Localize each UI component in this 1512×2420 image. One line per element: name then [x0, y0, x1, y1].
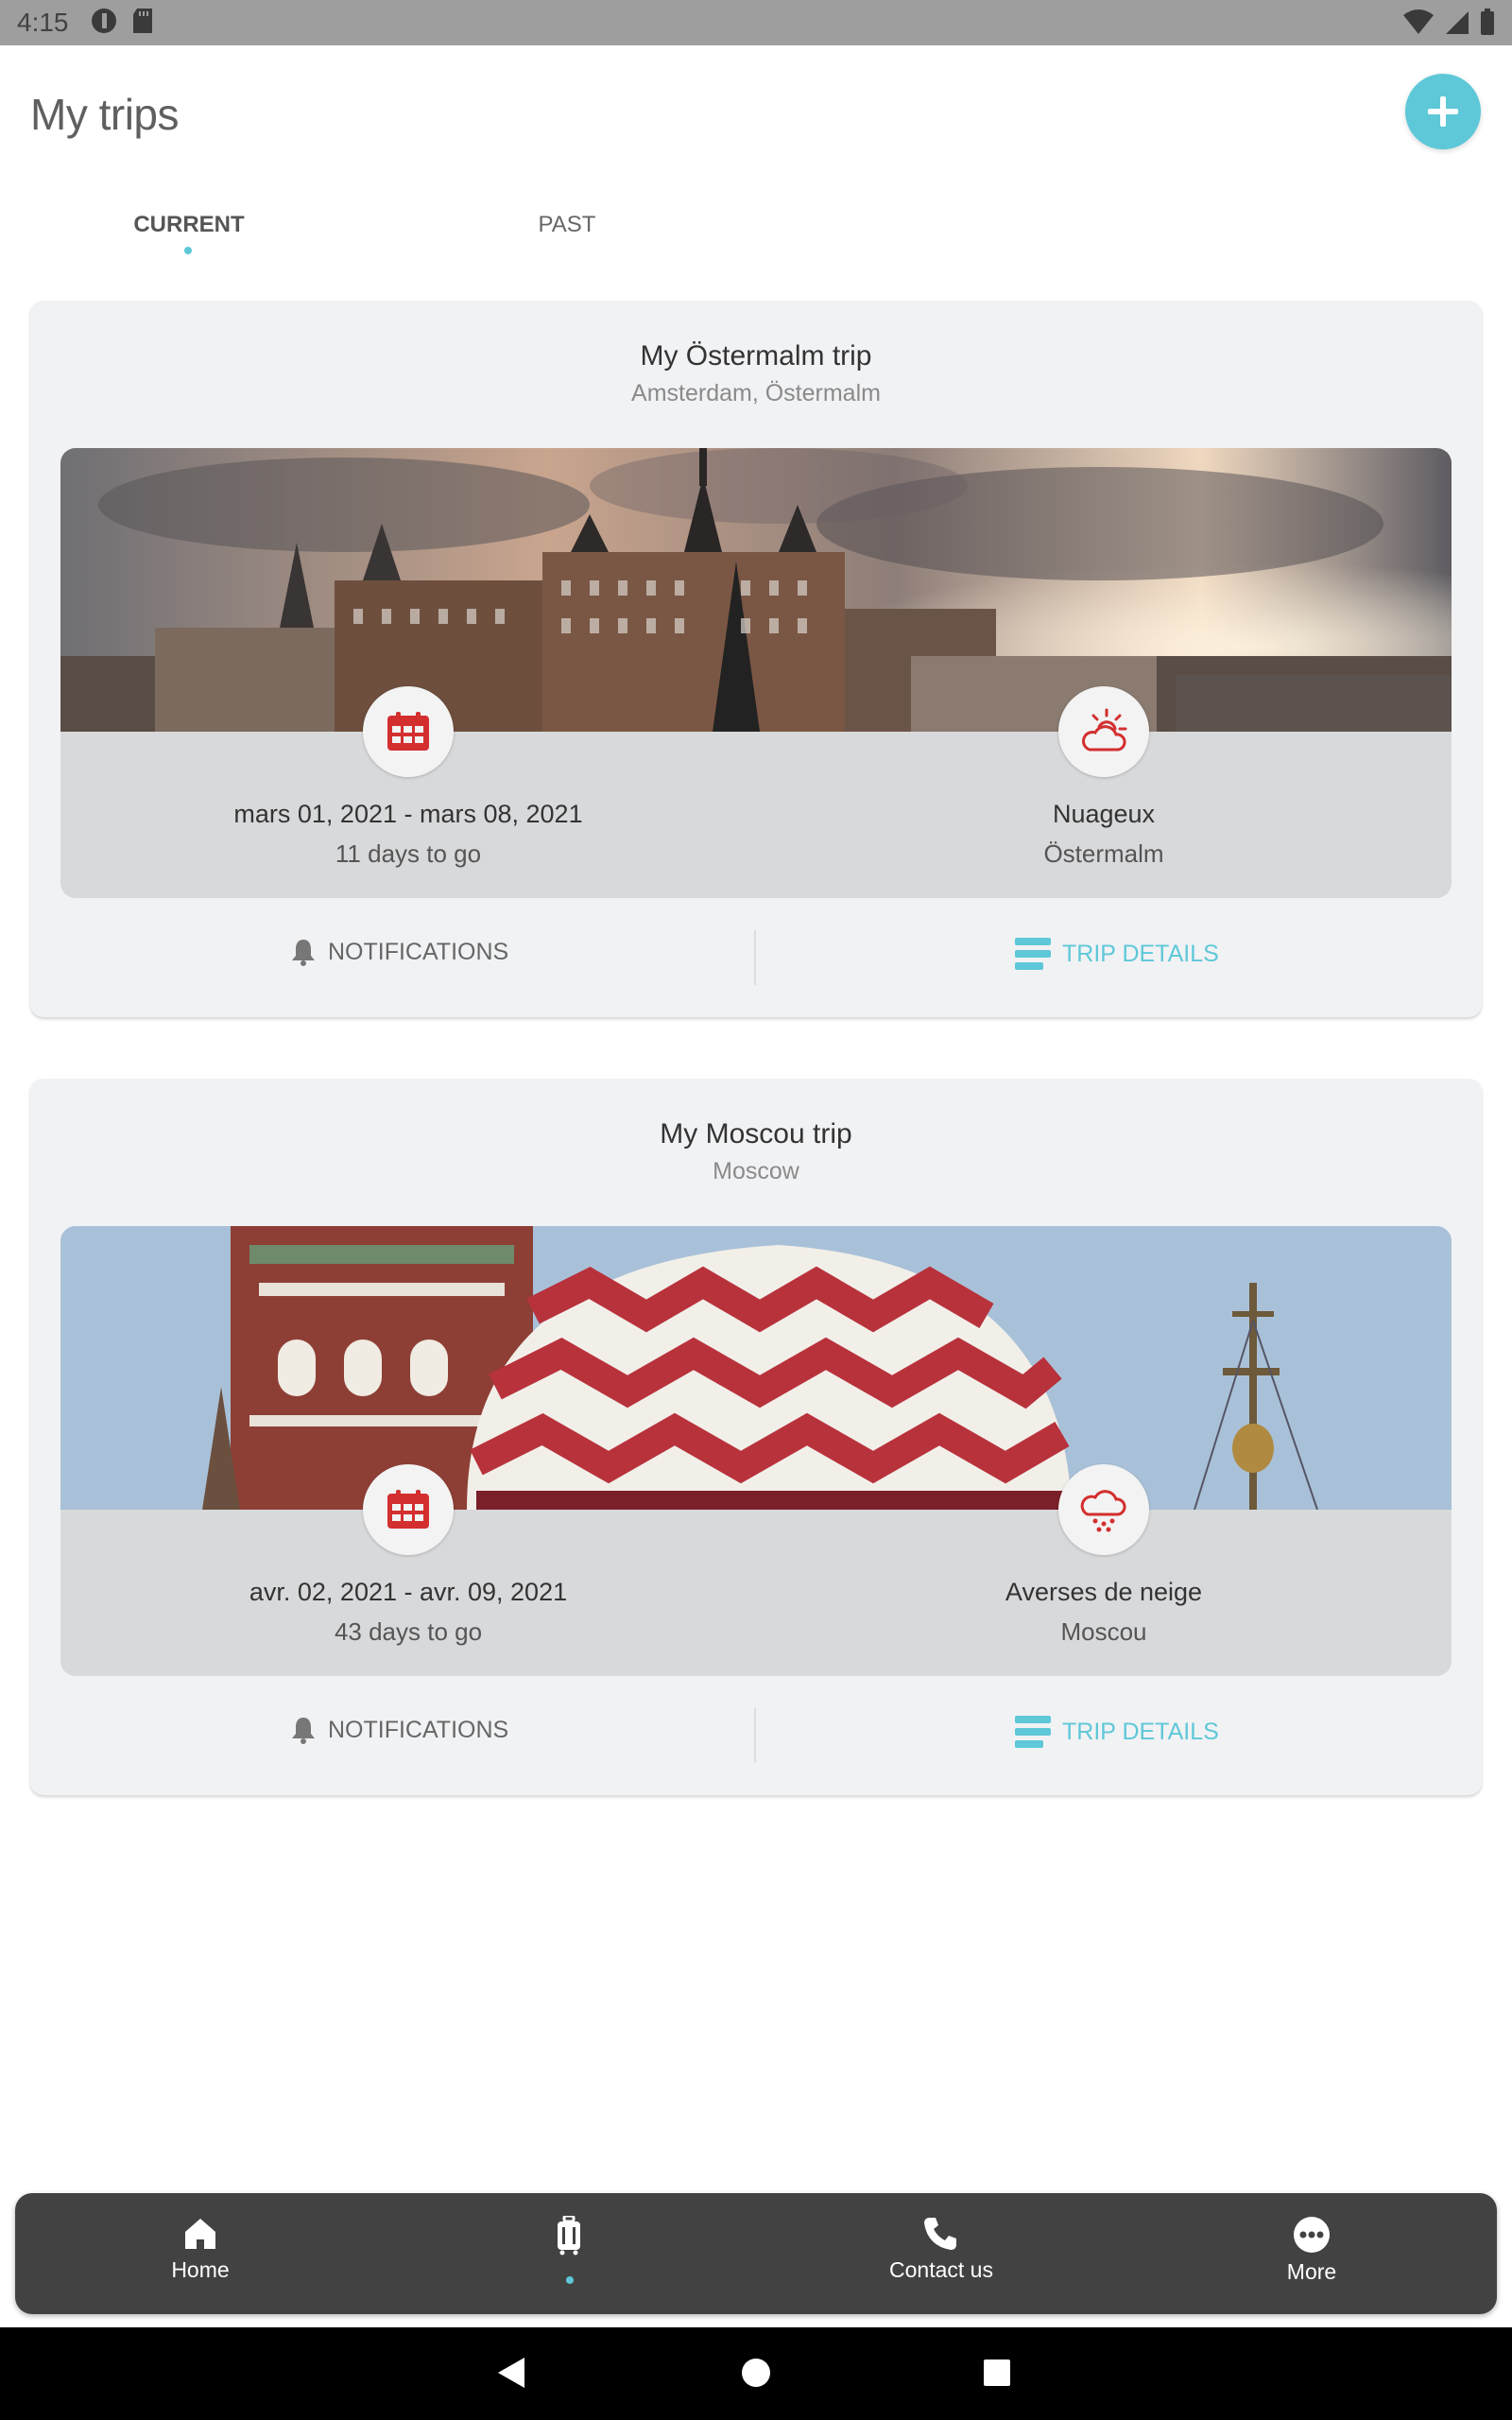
trip-dates: avr. 02, 2021 - avr. 09, 2021: [249, 1578, 568, 1606]
weather-badge: [1058, 686, 1149, 777]
action-divider: [754, 930, 756, 985]
status-time: 4:15: [17, 8, 69, 37]
bottom-navigation: Home Contact us More: [15, 2193, 1497, 2314]
calendar-badge: [363, 1464, 454, 1555]
nav-trips[interactable]: [474, 2216, 663, 2284]
nav-home[interactable]: Home: [106, 2216, 295, 2283]
trip-countdown: 43 days to go: [334, 1617, 483, 1646]
trip-cover-photo: [60, 1226, 1452, 1510]
card-actions: NOTIFICATIONS TRIP DETAILS: [30, 915, 1482, 1000]
calendar-icon: [387, 712, 429, 751]
nav-contact-us-label: Contact us: [889, 2257, 993, 2282]
snow-showers-icon: [1080, 1490, 1126, 1532]
recents-button[interactable]: [981, 2356, 1013, 2394]
notifications-label: NOTIFICATIONS: [328, 938, 509, 965]
tab-current[interactable]: CURRENT: [113, 212, 265, 238]
nav-home-label: Home: [171, 2257, 230, 2282]
calendar-icon: [387, 1490, 429, 1529]
status-bar: 4:15: [0, 0, 1512, 45]
weather-place: Moscou: [1060, 1617, 1147, 1646]
trip-countdown: 11 days to go: [335, 839, 482, 868]
trip-card[interactable]: My Moscou trip Moscow avr. 02, 2021 - av…: [30, 1079, 1482, 1795]
battery-icon: [1481, 9, 1494, 35]
trip-dates: mars 01, 2021 - mars 08, 2021: [233, 800, 583, 828]
trip-location: Moscow: [713, 1158, 799, 1184]
system-navigation-bar: [0, 2327, 1512, 2420]
weather-place: Östermalm: [1043, 839, 1164, 868]
nav-more-label: More: [1286, 2259, 1337, 2284]
notifications-button[interactable]: NOTIFICATIONS: [290, 938, 508, 966]
bell-icon: [292, 1718, 315, 1744]
status-indicators: [1402, 8, 1495, 36]
weather-condition: Averses de neige: [1005, 1578, 1203, 1606]
sd-card-icon: [131, 7, 154, 40]
nav-more[interactable]: More: [1217, 2216, 1406, 2285]
data-saver-icon: [90, 7, 118, 40]
back-triangle-icon: [498, 2358, 524, 2388]
home-circle-icon: [742, 2359, 770, 2387]
active-nav-indicator: [566, 2276, 574, 2284]
trip-card[interactable]: My Östermalm trip Amsterdam, Östermalm m…: [30, 301, 1482, 1017]
weather-condition: Nuageux: [1052, 800, 1156, 828]
notifications-button[interactable]: NOTIFICATIONS: [290, 1716, 508, 1744]
bell-icon: [292, 940, 315, 966]
trip-title: My Östermalm trip: [640, 340, 872, 372]
add-trip-button[interactable]: [1405, 74, 1481, 149]
list-icon: [1015, 1716, 1051, 1748]
trip-summary-panel: mars 01, 2021 - mars 08, 2021 11 days to…: [60, 448, 1452, 898]
trip-title: My Moscou trip: [660, 1118, 852, 1150]
phone-icon: [924, 2218, 956, 2250]
notifications-label: NOTIFICATIONS: [328, 1716, 509, 1743]
action-divider: [754, 1708, 756, 1763]
trip-details-label: TRIP DETAILS: [1062, 1718, 1219, 1745]
luggage-icon: [558, 2216, 580, 2256]
my-trips-screen: 4:15 My trips CURRENT PAST My Östermalm …: [0, 0, 1512, 2420]
home-icon: [185, 2219, 215, 2249]
active-tab-indicator: [184, 247, 192, 254]
list-icon: [1015, 938, 1051, 970]
nav-contact-us[interactable]: Contact us: [847, 2216, 1036, 2283]
back-button[interactable]: [496, 2356, 528, 2394]
trip-location: Amsterdam, Östermalm: [631, 380, 881, 406]
wifi-icon: [1403, 9, 1434, 34]
signal-icon: [1446, 11, 1469, 34]
trip-summary-panel: avr. 02, 2021 - avr. 09, 2021 43 days to…: [60, 1226, 1452, 1676]
trip-details-button[interactable]: TRIP DETAILS: [1015, 1716, 1219, 1748]
more-icon: [1294, 2217, 1330, 2253]
recents-square-icon: [984, 2360, 1010, 2386]
trip-cover-photo: [60, 448, 1452, 732]
plus-icon: [1428, 96, 1458, 127]
partly-cloudy-icon: [1082, 708, 1127, 752]
trip-details-button[interactable]: TRIP DETAILS: [1015, 938, 1219, 970]
card-actions: NOTIFICATIONS TRIP DETAILS: [30, 1693, 1482, 1778]
home-system-button[interactable]: [740, 2356, 772, 2394]
page-title: My trips: [30, 90, 180, 139]
calendar-badge: [363, 686, 454, 777]
tab-past[interactable]: PAST: [491, 212, 643, 238]
trip-details-label: TRIP DETAILS: [1062, 940, 1219, 967]
weather-badge: [1058, 1464, 1149, 1555]
